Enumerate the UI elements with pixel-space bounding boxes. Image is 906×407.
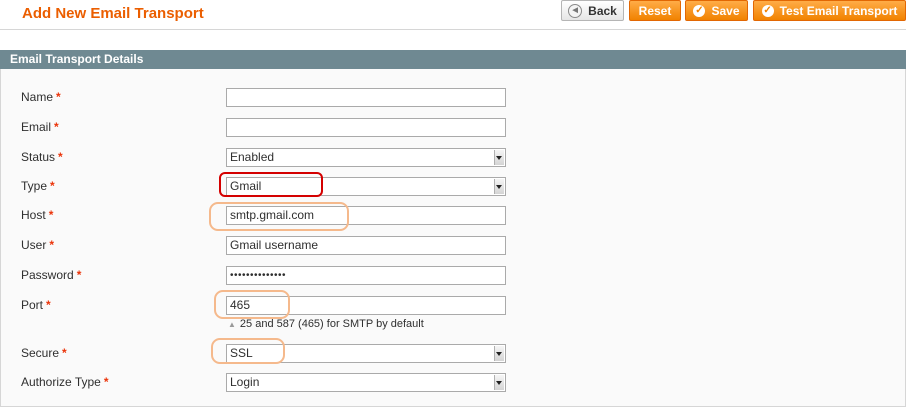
name-label: Name * bbox=[21, 89, 61, 105]
status-label-text: Status bbox=[21, 150, 56, 164]
dropdown-arrow-icon bbox=[494, 150, 504, 165]
authorize-type-label: Authorize Type * bbox=[21, 374, 109, 390]
required-mark: * bbox=[50, 179, 55, 193]
port-hint-text: 25 and 587 (465) for SMTP by default bbox=[239, 318, 424, 330]
required-mark: * bbox=[49, 238, 55, 252]
type-label-text: Type bbox=[21, 179, 48, 193]
secure-label: Secure * bbox=[21, 345, 67, 361]
secure-select[interactable]: SSL bbox=[226, 344, 506, 363]
authorize-type-select[interactable]: Login bbox=[226, 373, 506, 392]
status-select[interactable]: Enabled bbox=[226, 148, 506, 167]
required-mark: * bbox=[54, 120, 59, 134]
type-select-value: Gmail bbox=[230, 179, 262, 193]
port-input[interactable]: 465 bbox=[226, 296, 506, 315]
back-button[interactable]: ◀ Back bbox=[561, 0, 624, 21]
required-mark: * bbox=[48, 208, 54, 222]
back-button-label: Back bbox=[588, 3, 617, 18]
back-arrow-icon: ◀ bbox=[568, 3, 583, 18]
required-mark: * bbox=[56, 90, 61, 104]
required-mark: * bbox=[76, 268, 82, 282]
secure-select-value: SSL bbox=[230, 346, 253, 360]
reset-button-label: Reset bbox=[638, 3, 672, 18]
type-select[interactable]: Gmail bbox=[226, 177, 506, 196]
section-header: Email Transport Details bbox=[0, 50, 906, 69]
reset-button[interactable]: Reset bbox=[629, 0, 681, 21]
secure-label-text: Secure bbox=[21, 346, 60, 360]
page-title: Add New Email Transport bbox=[22, 5, 204, 22]
port-label: Port * bbox=[21, 297, 51, 313]
name-label-text: Name bbox=[21, 90, 54, 104]
dropdown-arrow-icon bbox=[494, 375, 504, 390]
arrow-up-icon: ▲ bbox=[228, 320, 236, 329]
email-label-text: Email bbox=[21, 120, 52, 134]
password-label-text: Password bbox=[21, 268, 74, 282]
email-input[interactable] bbox=[226, 118, 506, 137]
required-mark: * bbox=[62, 346, 67, 360]
save-button-label: Save bbox=[711, 3, 740, 18]
email-label: Email * bbox=[21, 119, 59, 135]
required-mark: * bbox=[103, 375, 109, 389]
port-label-text: Port bbox=[21, 298, 44, 312]
authorize-type-select-value: Login bbox=[230, 375, 260, 389]
status-label: Status * bbox=[21, 149, 63, 165]
password-label: Password * bbox=[21, 267, 81, 283]
name-input[interactable] bbox=[226, 88, 506, 107]
user-input[interactable]: Gmail username bbox=[226, 236, 506, 255]
dropdown-arrow-icon bbox=[494, 346, 504, 361]
required-mark: * bbox=[46, 298, 51, 312]
save-button[interactable]: ✓ Save bbox=[685, 0, 748, 21]
test-email-transport-button-label: Test Email Transport bbox=[779, 3, 898, 18]
test-email-transport-button[interactable]: ✓ Test Email Transport bbox=[753, 0, 906, 21]
header-divider bbox=[0, 29, 906, 30]
host-label-text: Host bbox=[21, 208, 46, 222]
dropdown-arrow-icon bbox=[494, 179, 504, 194]
authorize-type-label-text: Authorize Type bbox=[21, 375, 101, 389]
required-mark: * bbox=[58, 150, 63, 164]
user-label: User * bbox=[21, 237, 54, 253]
host-input[interactable]: smtp.gmail.com bbox=[226, 206, 506, 225]
check-icon: ✓ bbox=[693, 4, 706, 17]
type-label: Type * bbox=[21, 178, 55, 194]
status-select-value: Enabled bbox=[230, 150, 275, 164]
password-input[interactable]: •••••••••••••• bbox=[226, 266, 506, 285]
port-hint: ▲ 25 and 587 (465) for SMTP by default bbox=[228, 318, 424, 330]
host-label: Host * bbox=[21, 207, 53, 223]
check-icon: ✓ bbox=[761, 4, 774, 17]
user-label-text: User bbox=[21, 238, 47, 252]
